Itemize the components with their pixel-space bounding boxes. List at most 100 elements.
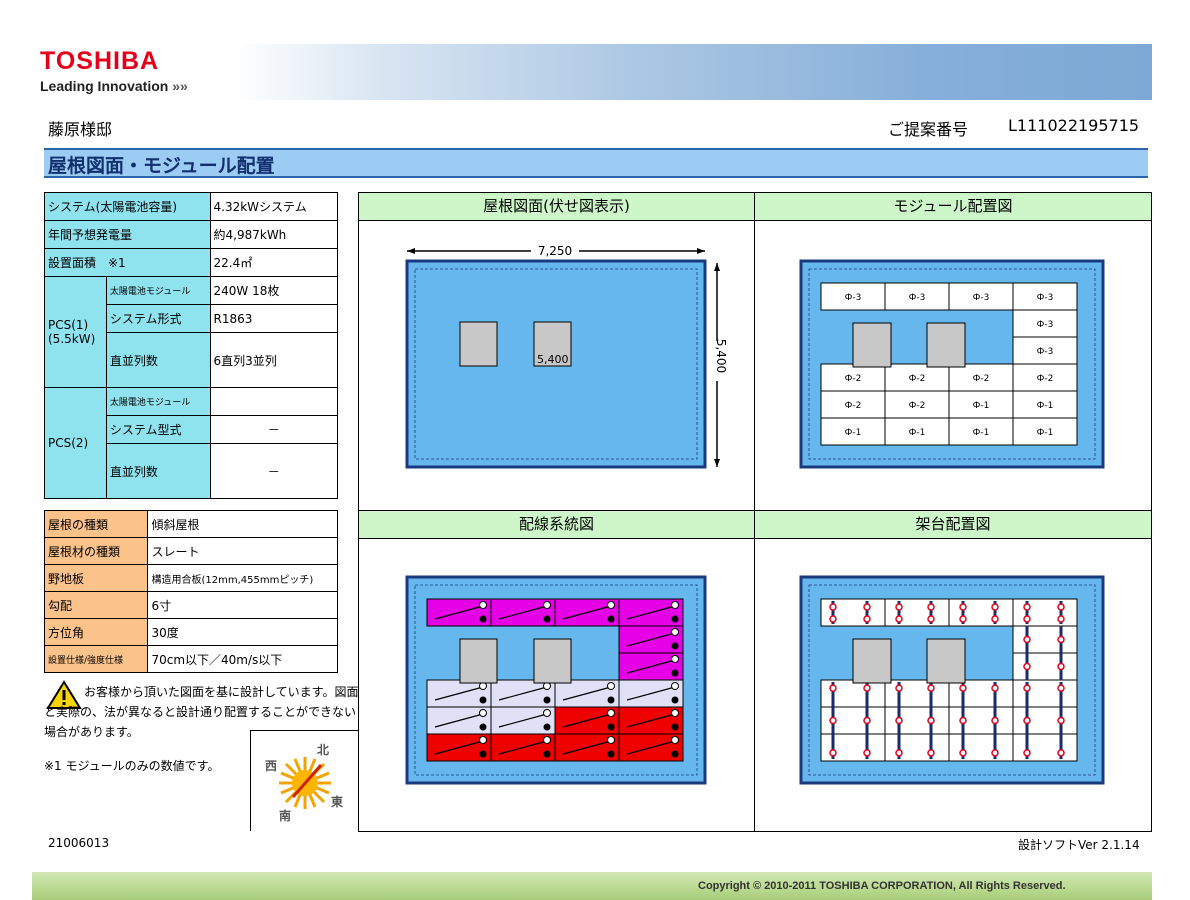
rack-mount-point (959, 716, 967, 725)
compass-north: 北 (317, 743, 330, 757)
module-cell-label: Ф-3 (845, 293, 862, 303)
wiring-terminal-pos (671, 709, 679, 717)
rack-mount-point (959, 749, 967, 757)
wiring-terminal-pos (479, 601, 487, 609)
wiring-terminal-neg (479, 696, 487, 704)
rack-mount-point (1057, 662, 1065, 671)
dim-arrow-right (697, 248, 705, 254)
rack-mount-point (1023, 635, 1031, 644)
rack-mount-point (991, 615, 999, 623)
module-cell-label: Ф-1 (1037, 428, 1054, 438)
pcs2-type-value: － (209, 415, 339, 444)
rack-mount-point (1057, 615, 1065, 623)
install-spec-label: 設置仕様/強度仕様 (43, 645, 149, 673)
pcs1-module-label: 太陽電池モジュール (105, 276, 211, 305)
area-label: 設置面積 ※1 (44, 248, 211, 277)
wiring-terminal-pos (671, 628, 679, 636)
rack-mount-point (829, 749, 837, 757)
pcs2-module-value (209, 387, 339, 416)
rack-cell (1012, 652, 1078, 681)
azimuth-label: 方位角 (43, 618, 149, 646)
compass-east: 東 (331, 795, 344, 809)
rack-mount-point (1057, 635, 1065, 644)
module-cell-label: Ф-3 (909, 293, 926, 303)
rack-cell (948, 733, 1014, 762)
dim-arrow-bottom (714, 459, 720, 467)
rack-mount-point (895, 716, 903, 725)
module-cell-label: Ф-2 (1037, 374, 1054, 384)
owner-name: 藤原様邸 (48, 120, 113, 139)
dim-arrow-left (407, 248, 415, 254)
rack-cell (948, 679, 1014, 708)
module-layout-panel: モジュール配置図 Ф-3 Ф-3 Ф-3 Ф-3 Ф-3 Ф-3 Ф-2 Ф-2 Ф-2 Ф-2 Ф… (755, 193, 1151, 511)
pcs2-label: PCS(2) (44, 387, 107, 499)
document-number: 21006013 (48, 836, 110, 850)
rack-mount-point (991, 684, 999, 692)
wiring-terminal-pos (607, 736, 615, 744)
system-label: システム(太陽電池容量) (44, 192, 211, 221)
rack-cell (820, 598, 886, 627)
wiring-title: 配線系統図 (359, 511, 754, 539)
rack-mount-point (959, 603, 967, 611)
rack-layout-panel: 架台配置図 (755, 511, 1151, 831)
module-cell-label: Ф-2 (909, 374, 926, 384)
rack-mount-point (1023, 603, 1031, 611)
wiring-terminal-pos (543, 709, 551, 717)
rack-cell (1012, 679, 1078, 708)
roof-plan-diagram: 7,250 5,400 5,400 (405, 243, 728, 469)
rack-mount-point (1023, 684, 1031, 692)
wiring-terminal-neg (671, 669, 679, 677)
copyright-text: Copyright © 2010-2011 TOSHIBA CORPORATIO… (698, 880, 1066, 892)
rack-mount-point (927, 684, 935, 692)
roof-type-label: 屋根の種類 (43, 510, 149, 538)
pitch-label: 勾配 (43, 591, 149, 619)
rack-mount-point (895, 603, 903, 611)
rack-mount-point (829, 603, 837, 611)
rack-cell (1012, 706, 1078, 735)
wiring-obstacle-2 (533, 638, 572, 684)
height-dimension-label: 5,400 (714, 339, 728, 373)
rack-mount-point (829, 684, 837, 692)
wiring-terminal-pos (671, 682, 679, 690)
rack-mount-point (991, 716, 999, 725)
rack-mount-point (1057, 684, 1065, 692)
rack-mount-point (927, 749, 935, 757)
annual-gen-label: 年間予想発電量 (44, 220, 211, 249)
pcs1-series-label: 直並列数 (105, 332, 211, 388)
rack-mount-point (927, 716, 935, 725)
wiring-terminal-neg (607, 696, 615, 704)
rack-mount-point (959, 615, 967, 623)
inner-dimension-label: 5,400 (537, 353, 569, 366)
rack-mount-point (927, 603, 935, 611)
rack-cell (1012, 733, 1078, 762)
module-cell-label: Ф-3 (973, 293, 990, 303)
rack-mount-point (959, 684, 967, 692)
rack-mount-point (863, 716, 871, 725)
rack-cell (820, 733, 886, 762)
rack-mount-point (1057, 603, 1065, 611)
rack-mount-point (991, 603, 999, 611)
rack-cell (884, 733, 950, 762)
rack-cell (948, 706, 1014, 735)
module-cell-label: Ф-1 (1037, 401, 1054, 411)
rack-mount-point (1023, 662, 1031, 671)
wiring-terminal-neg (543, 615, 551, 623)
rack-layout-diagram (799, 575, 1105, 785)
wiring-terminal-neg (671, 615, 679, 623)
roof-material-value: スレート (147, 537, 338, 565)
module-obstacle-1 (852, 322, 892, 368)
pcs2-series-label: 直並列数 (105, 443, 211, 499)
pcs2-series-value: － (209, 443, 339, 499)
module-cell-label: Ф-3 (1037, 293, 1054, 303)
sheathing-value: 構造用合板(12mm,455mmピッチ) (147, 564, 338, 592)
compass-rose: 北 西 東 南 (250, 730, 359, 831)
wiring-terminal-pos (479, 709, 487, 717)
wiring-terminal-pos (671, 601, 679, 609)
wiring-terminal-neg (607, 723, 615, 731)
wiring-terminal-neg (543, 723, 551, 731)
wiring-terminal-neg (543, 750, 551, 758)
wiring-terminal-neg (479, 723, 487, 731)
rack-cell (1012, 598, 1078, 627)
module-cell-label: Ф-2 (973, 374, 990, 384)
page-title-bar: 屋根図面・モジュール配置 (44, 148, 1148, 178)
